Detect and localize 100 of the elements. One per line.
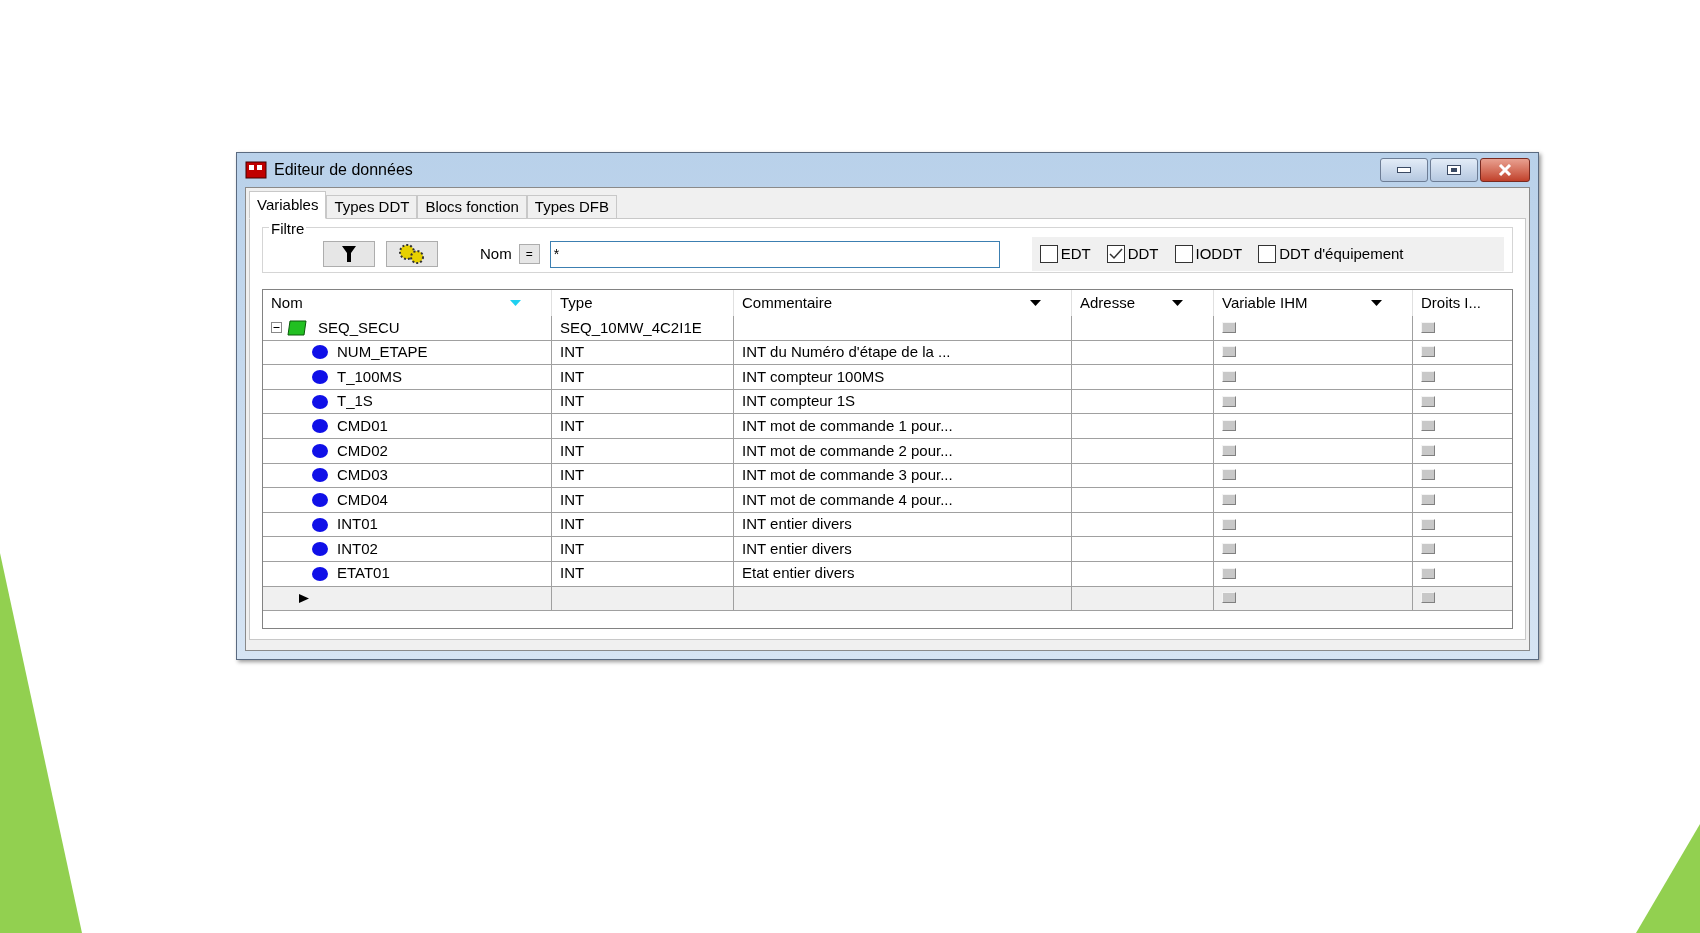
type-cell-text: INT xyxy=(559,366,586,387)
flag-button[interactable] xyxy=(1421,543,1435,555)
name-filter-label: Nom xyxy=(480,243,512,264)
ball-icon xyxy=(311,393,329,410)
flag-button[interactable] xyxy=(1222,444,1236,456)
comment-cell-text: INT entier divers xyxy=(741,538,853,559)
operator-button[interactable]: = xyxy=(518,244,540,264)
checkbox[interactable] xyxy=(1174,245,1193,263)
type-cell-text: SEQ_10MW_4C2I1E xyxy=(559,317,703,338)
flag-button[interactable] xyxy=(1421,518,1435,530)
app-icon xyxy=(245,160,267,180)
restore-icon xyxy=(1447,165,1461,175)
ball-icon xyxy=(311,369,329,385)
comment-cell-text: INT mot de commande 1 pour... xyxy=(741,415,954,436)
type-cell-text: INT xyxy=(559,415,586,436)
column-header[interactable]: Type xyxy=(552,290,734,316)
variable-name: CMD01 xyxy=(337,415,388,436)
column-header[interactable]: Droits I... xyxy=(1413,290,1504,316)
ball-icon xyxy=(311,418,329,435)
variable-name: INT01 xyxy=(337,514,378,535)
comment-cell-text: Etat entier divers xyxy=(741,563,856,584)
flag-button[interactable] xyxy=(1421,493,1435,505)
flag-button[interactable] xyxy=(1421,592,1435,604)
checkbox-label: EDT xyxy=(1060,243,1091,264)
ball-icon xyxy=(311,565,329,582)
ball-icon xyxy=(311,344,329,361)
checkbox-label: DDT d'équipement xyxy=(1279,243,1404,264)
checkmark-icon xyxy=(1108,248,1123,260)
variable-name: SEQ_SECU xyxy=(318,317,400,338)
ball-icon xyxy=(311,467,329,484)
flag-button[interactable] xyxy=(1222,395,1236,407)
variable-name: CMD02 xyxy=(337,440,388,461)
type-cell-text: INT xyxy=(559,514,586,535)
checkbox[interactable] xyxy=(1106,245,1125,263)
checkbox-label: IODDT xyxy=(1195,243,1243,264)
variable-name: CMD03 xyxy=(337,465,388,486)
collapse-icon[interactable] xyxy=(271,322,282,334)
flag-button[interactable] xyxy=(1222,543,1236,555)
flag-button[interactable] xyxy=(1222,469,1236,481)
filter-button[interactable] xyxy=(323,241,375,267)
comment-cell-text: INT mot de commande 2 pour... xyxy=(741,440,954,461)
type-cell-text: INT xyxy=(559,489,586,510)
flag-button[interactable] xyxy=(1222,493,1236,505)
ball-icon xyxy=(311,442,329,459)
comment-cell-text: INT compteur 100MS xyxy=(741,366,886,387)
maximize-button[interactable] xyxy=(1430,158,1478,182)
flag-button[interactable] xyxy=(1222,321,1236,333)
column-header[interactable]: Variable IHM xyxy=(1214,290,1413,316)
column-header[interactable]: Nom xyxy=(263,290,552,316)
comment-cell-text: INT du Numéro d'étape de la ... xyxy=(741,342,952,363)
type-cell-text: INT xyxy=(559,538,586,559)
tab[interactable]: Blocs fonction xyxy=(417,195,527,219)
ball-icon xyxy=(311,541,329,558)
flag-button[interactable] xyxy=(1421,321,1435,333)
flag-button[interactable] xyxy=(1222,567,1236,579)
minimize-button[interactable] xyxy=(1380,158,1428,182)
flag-button[interactable] xyxy=(1421,420,1435,432)
gears-icon xyxy=(397,243,427,265)
type-cell-text: INT xyxy=(559,563,586,584)
gears-button[interactable] xyxy=(386,241,438,267)
type-cell-text: INT xyxy=(559,391,586,412)
tab[interactable]: Types DFB xyxy=(526,195,617,219)
column-header[interactable]: Adresse xyxy=(1072,290,1214,316)
variable-name: ETAT01 xyxy=(337,563,390,584)
checkbox[interactable] xyxy=(1039,245,1058,263)
comment-cell-text: INT mot de commande 3 pour... xyxy=(741,465,954,486)
flag-button[interactable] xyxy=(1222,518,1236,530)
flag-button[interactable] xyxy=(1421,469,1435,481)
variable-name: CMD04 xyxy=(337,489,388,510)
flag-button[interactable] xyxy=(1222,592,1236,604)
tab[interactable]: Types DDT xyxy=(326,195,418,219)
checkbox[interactable] xyxy=(1258,245,1277,263)
close-icon xyxy=(1498,164,1512,176)
flag-button[interactable] xyxy=(1421,371,1435,382)
type-cell-text: INT xyxy=(559,440,586,461)
variable-name: INT02 xyxy=(337,538,378,559)
comment-cell-text: INT mot de commande 4 pour... xyxy=(741,489,954,510)
flag-button[interactable] xyxy=(1222,371,1236,382)
comment-cell-text: INT compteur 1S xyxy=(741,391,857,412)
flag-button[interactable] xyxy=(1222,346,1236,358)
close-button[interactable] xyxy=(1480,158,1530,182)
comment-cell-text: INT entier divers xyxy=(741,514,853,535)
flag-button[interactable] xyxy=(1421,567,1435,579)
new-row-marker-icon xyxy=(299,593,309,603)
type-cell-text: INT xyxy=(559,465,586,486)
window-title: Editeur de données xyxy=(274,160,413,180)
tab[interactable]: Variables xyxy=(249,191,327,219)
type-cell-text: INT xyxy=(559,342,586,363)
column-header[interactable]: Commentaire xyxy=(734,290,1072,316)
flag-button[interactable] xyxy=(1222,420,1236,432)
minimize-icon xyxy=(1397,167,1411,173)
ball-icon xyxy=(311,516,329,533)
name-filter-field[interactable]: * xyxy=(549,240,1000,268)
structure-icon xyxy=(286,319,308,336)
variable-name: T_1S xyxy=(337,391,373,412)
flag-button[interactable] xyxy=(1421,346,1435,358)
funnel-icon xyxy=(341,245,357,263)
flag-button[interactable] xyxy=(1421,395,1435,407)
checkbox-label: DDT xyxy=(1127,243,1159,264)
flag-button[interactable] xyxy=(1421,444,1435,456)
